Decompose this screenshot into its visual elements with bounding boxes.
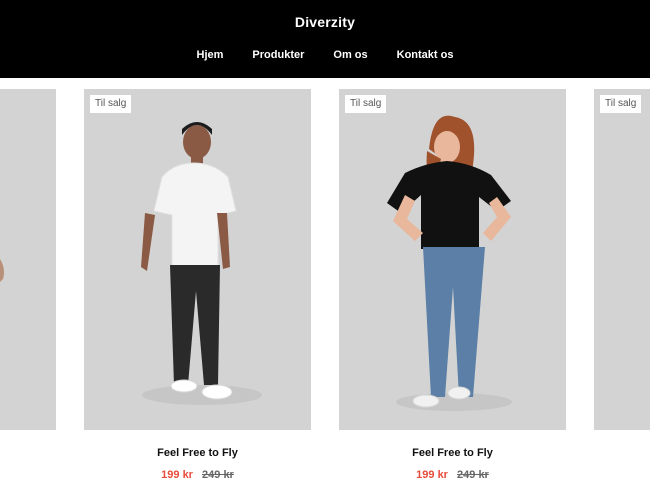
nav-item-hjem[interactable]: Hjem	[197, 49, 224, 61]
product-card-partial-right[interactable]: Til salg	[594, 89, 650, 430]
product-card[interactable]: Til salg Feel Free to Fly 199 kr 249 kr	[84, 89, 311, 481]
nav-item-produkter[interactable]: Produkter	[252, 49, 304, 61]
product-title[interactable]: Feel Free to Fly	[339, 447, 566, 459]
price-row: 199 kr 249 kr	[84, 469, 311, 481]
sale-badge: Til salg	[90, 95, 132, 113]
sale-price: 199 kr	[416, 469, 448, 481]
product-title[interactable]: Feel Free to Fly	[84, 447, 311, 459]
model-figure-partial	[0, 259, 4, 282]
model-figure-black-tshirt	[387, 115, 512, 411]
product-image[interactable]: Til salg	[84, 89, 311, 430]
sale-badge: Til salg	[600, 95, 642, 113]
original-price: 249 kr	[457, 469, 489, 481]
sale-price: 199 kr	[161, 469, 193, 481]
product-image[interactable]	[0, 89, 56, 430]
model-figure-white-tshirt	[141, 122, 262, 405]
product-image[interactable]: Til salg	[339, 89, 566, 430]
original-price: 249 kr	[202, 469, 234, 481]
nav-item-om-os[interactable]: Om os	[333, 49, 367, 61]
site-title[interactable]: Diverzity	[0, 14, 650, 30]
main-nav: Hjem Produkter Om os Kontakt os	[0, 49, 650, 61]
nav-item-kontakt-os[interactable]: Kontakt os	[397, 49, 454, 61]
product-card[interactable]: Til salg Feel Free to Fly 199 kr 249 kr	[339, 89, 566, 481]
price-row: 199 kr 249 kr	[339, 469, 566, 481]
sale-badge: Til salg	[345, 95, 387, 113]
product-image[interactable]: Til salg	[594, 89, 650, 430]
site-header: Diverzity Hjem Produkter Om os Kontakt o…	[0, 0, 650, 78]
